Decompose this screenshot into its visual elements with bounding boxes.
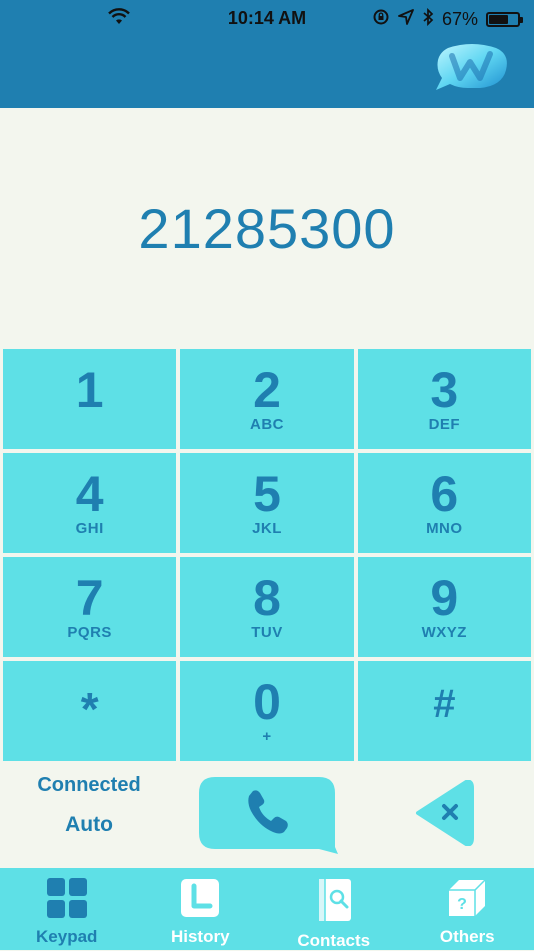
tab-label: History [171,927,230,947]
key-9[interactable]: 9 WXYZ [358,557,531,657]
tab-label: Others [440,927,495,947]
connection-mode[interactable]: Auto [14,813,164,837]
key-1[interactable]: 1 [3,349,176,449]
key-digit: 8 [253,572,281,624]
tab-history[interactable]: History [134,868,268,950]
key-digit: 0 [253,676,281,728]
call-button[interactable] [195,775,339,855]
orientation-lock-icon [372,8,390,31]
status-right-group: 67% [372,8,520,31]
key-letters: GHI [76,520,104,538]
key-letters: DEF [429,416,461,434]
clock-icon [180,878,220,923]
tab-others[interactable]: ? Others [401,868,534,950]
bluetooth-icon [422,8,434,31]
delete-button[interactable] [410,780,476,846]
tab-label: Contacts [297,931,370,951]
svg-text:?: ? [457,896,467,913]
connection-status: Connected Auto [14,774,164,837]
key-letters: ABC [250,416,284,434]
key-digit: 4 [76,468,104,520]
key-digit: # [433,678,455,730]
key-7[interactable]: 7 PQRS [3,557,176,657]
key-6[interactable]: 6 MNO [358,453,531,553]
location-icon [398,9,414,30]
keypad: 1 2 ABC 3 DEF 4 GHI 5 JKL 6 MNO 7 PQRS 8… [3,349,531,761]
key-letters: PQRS [67,624,112,642]
contacts-book-icon [315,878,353,927]
battery-fill [489,15,508,24]
key-digit: 7 [76,572,104,624]
key-hash[interactable]: # [358,661,531,761]
tab-keypad[interactable]: Keypad [0,868,134,950]
key-letters: MNO [426,520,463,538]
key-4[interactable]: 4 GHI [3,453,176,553]
tab-contacts[interactable]: Contacts [267,868,401,950]
key-letters: + [262,728,271,746]
key-digit: 9 [430,572,458,624]
key-8[interactable]: 8 TUV [180,557,353,657]
speech-bubble-logo-icon[interactable] [434,42,510,101]
key-0[interactable]: 0 + [180,661,353,761]
key-digit: 6 [430,468,458,520]
key-digit: * [81,683,99,735]
box-question-icon: ? [447,878,487,923]
key-letters: TUV [251,624,283,642]
key-digit: 3 [430,364,458,416]
key-2[interactable]: 2 ABC [180,349,353,449]
keypad-grid-icon [47,878,87,923]
dialed-number: 21285300 [0,108,534,348]
battery-percent: 67% [442,9,478,30]
connection-status-label: Connected [37,774,140,796]
tab-bar: Keypad History Contacts ? [0,868,534,950]
key-letters: JKL [252,520,282,538]
key-star[interactable]: * [3,661,176,761]
tab-label: Keypad [36,927,97,947]
status-bar: 10:14 AM 67% [0,0,534,36]
key-digit: 5 [253,468,281,520]
app-header: 10:14 AM 67% [0,0,534,108]
key-3[interactable]: 3 DEF [358,349,531,449]
key-5[interactable]: 5 JKL [180,453,353,553]
key-digit: 2 [253,364,281,416]
key-letters: WXYZ [422,624,467,642]
battery-icon [486,12,520,27]
key-digit: 1 [76,364,104,416]
